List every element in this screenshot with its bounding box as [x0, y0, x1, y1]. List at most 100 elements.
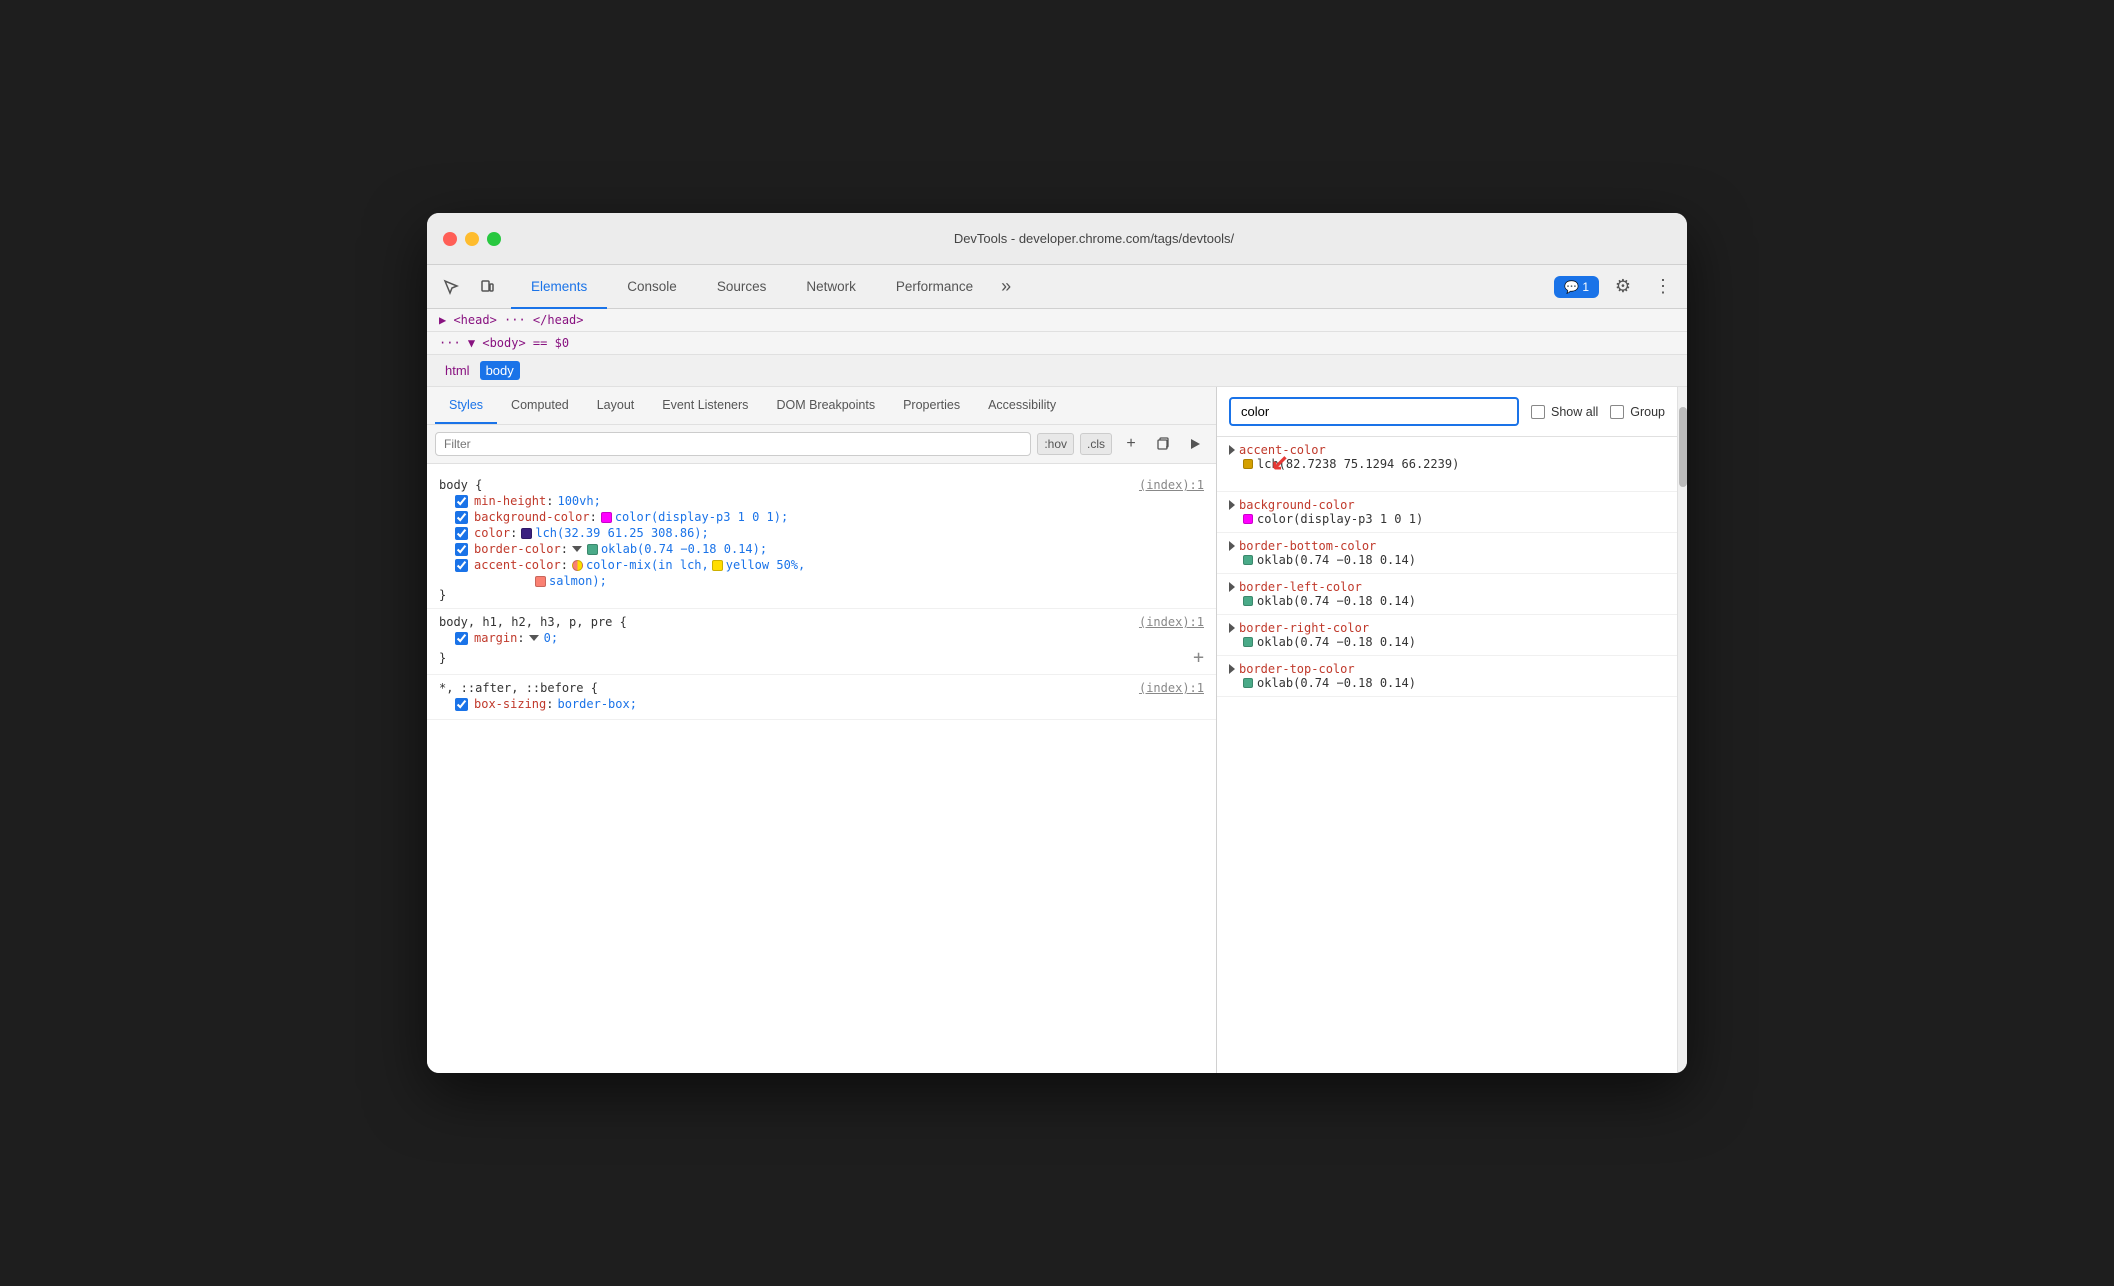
yellow-swatch[interactable] — [712, 560, 723, 571]
prop-checkbox-margin[interactable] — [455, 632, 468, 645]
menu-icon[interactable]: ⋮ — [1647, 271, 1679, 303]
border-bottom-expand[interactable] — [1229, 541, 1235, 551]
dom-breadcrumb: ▶ <head> ··· </head> — [427, 309, 1687, 332]
css-source-body[interactable]: (index):1 — [1139, 478, 1204, 492]
css-prop-margin: margin : 0; — [455, 631, 1204, 645]
css-rule-body-headings: body, h1, h2, h3, p, pre { (index):1 mar… — [427, 609, 1216, 675]
hov-button[interactable]: :hov — [1037, 433, 1074, 455]
tab-styles[interactable]: Styles — [435, 387, 497, 424]
bg-color-computed-swatch[interactable] — [1243, 514, 1253, 524]
accent-color-computed-swatch[interactable] — [1243, 459, 1253, 469]
add-rule-button[interactable]: + — [1193, 647, 1204, 668]
play-icon[interactable] — [1182, 431, 1208, 457]
css-source-headings[interactable]: (index):1 — [1139, 615, 1204, 629]
margin-triangle[interactable] — [529, 635, 539, 641]
prop-checkbox-min-height[interactable] — [455, 495, 468, 508]
show-all-group[interactable]: Show all — [1531, 405, 1598, 419]
prop-value-border-color[interactable]: oklab(0.74 −0.18 0.14); — [601, 542, 767, 556]
scrollbar-thumb[interactable] — [1679, 407, 1687, 487]
css-prop-box-sizing: box-sizing : border-box; — [455, 697, 1204, 711]
prop-checkbox-color[interactable] — [455, 527, 468, 540]
copy-styles-icon[interactable] — [1150, 431, 1176, 457]
show-all-checkbox[interactable] — [1531, 405, 1545, 419]
group-group[interactable]: Group — [1610, 405, 1665, 419]
bg-color-swatch[interactable] — [601, 512, 612, 523]
bg-color-expand[interactable] — [1229, 500, 1235, 510]
border-color-triangle[interactable] — [572, 546, 582, 552]
cls-button[interactable]: .cls — [1080, 433, 1112, 455]
border-left-swatch[interactable] — [1243, 596, 1253, 606]
prop-value-color[interactable]: lch(32.39 61.25 308.86); — [535, 526, 708, 540]
styles-content: body { (index):1 min-height : 100vh; — [427, 464, 1216, 1073]
tab-accessibility[interactable]: Accessibility — [974, 387, 1070, 424]
maximize-button[interactable] — [487, 232, 501, 246]
computed-item-border-bottom: border-bottom-color oklab(0.74 −0.18 0.1… — [1217, 533, 1677, 574]
accent-color-swatch[interactable] — [572, 560, 583, 571]
notifications-badge[interactable]: 💬 1 — [1554, 276, 1599, 298]
bg-color-computed-value: color(display-p3 1 0 1) — [1257, 512, 1423, 526]
prop-value-box-sizing[interactable]: border-box; — [557, 697, 636, 711]
css-rule-universal: *, ::after, ::before { (index):1 box-siz… — [427, 675, 1216, 720]
css-selector-headings: body, h1, h2, h3, p, pre { — [439, 615, 627, 629]
filter-input[interactable] — [435, 432, 1031, 456]
prop-checkbox-border-color[interactable] — [455, 543, 468, 556]
group-checkbox[interactable] — [1610, 405, 1624, 419]
close-button[interactable] — [443, 232, 457, 246]
styles-tabs: Styles Computed Layout Event Listeners D… — [427, 387, 1216, 425]
border-left-prop: border-left-color — [1239, 580, 1362, 594]
border-top-prop: border-top-color — [1239, 662, 1355, 676]
more-tabs-button[interactable]: » — [993, 276, 1019, 297]
computed-search-input[interactable] — [1229, 397, 1519, 426]
left-panel: Styles Computed Layout Event Listeners D… — [427, 387, 1217, 1073]
settings-icon[interactable]: ⚙ — [1607, 271, 1639, 303]
tab-network[interactable]: Network — [786, 266, 876, 309]
head-tag[interactable]: ▶ <head> ··· </head> — [439, 313, 584, 327]
title-bar: DevTools - developer.chrome.com/tags/dev… — [427, 213, 1687, 265]
css-prop-background-color: background-color : color(display-p3 1 0 … — [455, 510, 1204, 524]
toolbar-right: 💬 1 ⚙ ⋮ — [1554, 271, 1679, 303]
css-prop-color: color : lch(32.39 61.25 308.86); — [455, 526, 1204, 540]
tab-properties[interactable]: Properties — [889, 387, 974, 424]
color-swatch[interactable] — [521, 528, 532, 539]
prop-value-bg-color[interactable]: color(display-p3 1 0 1); — [615, 510, 788, 524]
computed-list: accent-color lch(82.7238 75.1294 66.2239… — [1217, 437, 1677, 1073]
border-bottom-value: oklab(0.74 −0.18 0.14) — [1257, 553, 1416, 567]
accent-color-expand[interactable] — [1229, 445, 1235, 455]
tab-performance[interactable]: Performance — [876, 266, 993, 309]
border-left-expand[interactable] — [1229, 582, 1235, 592]
border-right-swatch[interactable] — [1243, 637, 1253, 647]
border-top-swatch[interactable] — [1243, 678, 1253, 688]
tab-computed[interactable]: Computed — [497, 387, 583, 424]
prop-checkbox-accent-color[interactable] — [455, 559, 468, 572]
prop-checkbox-box-sizing[interactable] — [455, 698, 468, 711]
tab-layout[interactable]: Layout — [583, 387, 649, 424]
prop-checkbox-bg-color[interactable] — [455, 511, 468, 524]
inspect-icon[interactable] — [435, 271, 467, 303]
border-top-expand[interactable] — [1229, 664, 1235, 674]
border-bottom-swatch[interactable] — [1243, 555, 1253, 565]
add-style-icon[interactable]: + — [1118, 431, 1144, 457]
device-icon[interactable] — [471, 271, 503, 303]
right-scrollbar[interactable] — [1677, 387, 1687, 1073]
border-right-expand[interactable] — [1229, 623, 1235, 633]
tab-dom-breakpoints[interactable]: DOM Breakpoints — [762, 387, 889, 424]
body-tag[interactable]: ··· ▼ <body> == $0 — [439, 336, 569, 350]
tab-elements[interactable]: Elements — [511, 266, 607, 309]
border-right-value: oklab(0.74 −0.18 0.14) — [1257, 635, 1416, 649]
border-color-swatch[interactable] — [587, 544, 598, 555]
salmon-swatch[interactable] — [535, 576, 546, 587]
prop-value-min-height[interactable]: 100vh; — [557, 494, 600, 508]
css-source-universal[interactable]: (index):1 — [1139, 681, 1204, 695]
computed-item-bg-color: background-color color(display-p3 1 0 1) — [1217, 492, 1677, 533]
toolbar-icons — [435, 271, 503, 303]
tab-sources[interactable]: Sources — [697, 266, 787, 309]
prop-value-margin[interactable]: 0; — [544, 631, 558, 645]
html-breadcrumb[interactable]: html — [439, 361, 476, 380]
tab-event-listeners[interactable]: Event Listeners — [648, 387, 762, 424]
computed-item-border-left: border-left-color oklab(0.74 −0.18 0.14) — [1217, 574, 1677, 615]
border-right-prop: border-right-color — [1239, 621, 1369, 635]
body-breadcrumb[interactable]: body — [480, 361, 520, 380]
right-panel: Show all Group accent-color — [1217, 387, 1677, 1073]
minimize-button[interactable] — [465, 232, 479, 246]
tab-console[interactable]: Console — [607, 266, 697, 309]
